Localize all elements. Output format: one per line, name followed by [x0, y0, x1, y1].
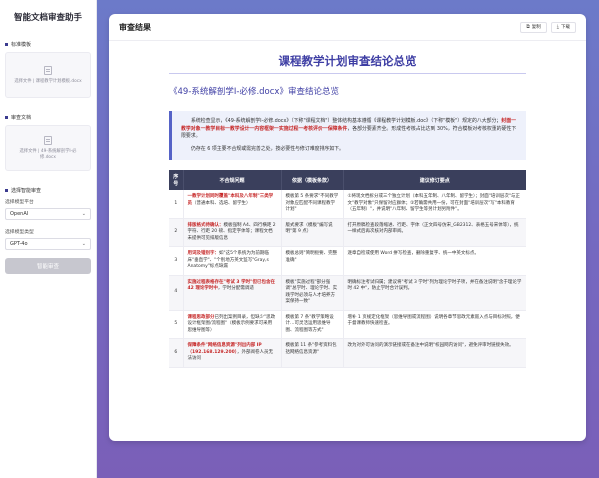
summary-box: 系统检查显示，《49-系统解剖学I-必修.docx》（下称"课程文档"）整体结构…: [169, 111, 526, 160]
copy-button[interactable]: ⧉ 复制: [520, 21, 547, 33]
row-number: 3: [169, 246, 184, 276]
section-marker-icon: [5, 189, 8, 192]
review-doc-file-name: 选择文件 | 49-系统解剖学I-必修.docx: [19, 148, 77, 160]
section-marker-icon: [5, 116, 8, 119]
title-divider: [169, 73, 526, 74]
issue-cell: 保障条件"网络信息资源"列出内部 IP（192.168.129.200），外部阅…: [183, 338, 282, 368]
suggestion-cell: 打开原稿检查段落缩进、行距、字体（正文四号仿宋_GB2312、表格五号宋体等），…: [343, 218, 526, 247]
column-header: 序号: [169, 170, 184, 190]
issue-cell: 一教学计划同时覆盖"本科及八年制"三类学员（普通本科、选培、留学生）: [183, 190, 282, 219]
panel-actions: ⧉ 复制 ⤓ 下载: [520, 21, 576, 33]
smart-review-section-label: 选择智能审查: [5, 187, 91, 194]
issue-cell: 排版格式待确认：模板强制 A4、四行横距 2 字符、行距 20 磅、指定字体等；…: [183, 218, 282, 247]
issue-cell: 实施过程表格存在"考试 3 学时"但已包含在 42 理论学时中，学时分配需调适: [183, 275, 282, 311]
row-number: 1: [169, 190, 184, 219]
basis-cell: 版式要求（模板"编写说明"第 9 点）: [281, 218, 344, 247]
file-upload-icon: [44, 135, 52, 145]
column-header: 建议修订要点: [343, 170, 526, 190]
table-row: 1 一教学计划同时覆盖"本科及八年制"三类学员（普通本科、选培、留学生） 模板第…: [169, 190, 526, 219]
row-number: 6: [169, 338, 184, 368]
main-area: 审查结果 ⧉ 复制 ⤓ 下载 课程教学计划审查结论总览 《49-系统解剖学I-必…: [97, 0, 599, 478]
basis-cell: 模板"实施过程"部分强调"总学时、理论学时、实践学时必须与人才培养方案保持一致": [281, 275, 344, 311]
result-document: 课程教学计划审查结论总览 《49-系统解剖学I-必修.docx》审查结论总览 系…: [109, 41, 586, 441]
table-row: 3 用词及错别字：如"这5个系统为为前期临床"垂直学"、"个别地方英文监写"Gr…: [169, 246, 526, 276]
sidebar: 智能文档审查助手 标准模板 选择文件 | 课程教学计划模板.docx 审查文档 …: [0, 0, 97, 478]
suggestion-cell: 改为对外可访问的演示链接或在备注中说明"校园网内访问"，避免评审时链接失效。: [343, 338, 526, 368]
basis-cell: 模板第 5 条要求"不同教学对象应匹配不同课程教学计划": [281, 190, 344, 219]
basis-cell: 模板第 11 条"参考资料包括网络信息资源": [281, 338, 344, 368]
template-upload-dropzone[interactable]: 选择文件 | 课程教学计划模板.docx: [5, 52, 91, 98]
result-panel: 审查结果 ⧉ 复制 ⤓ 下载 课程教学计划审查结论总览 《49-系统解剖学I-必…: [109, 14, 586, 441]
column-header: 依据（模板条款）: [281, 170, 344, 190]
download-button[interactable]: ⤓ 下载: [550, 21, 576, 33]
panel-title: 审查结果: [119, 22, 151, 32]
suggestion-cell: 增补 1 页规定化框架（思维导图或流程图）说明各章节思政元素嵌入点与目标对照，便…: [343, 310, 526, 339]
table-header-row: 序号 不合规问题 依据（模板条款） 建议修订要点: [169, 170, 526, 190]
column-header: 不合规问题: [183, 170, 282, 190]
summary-note: 仍存在 6 项主要不合规或需完善之处，按必要性与修订难度排序如下。: [191, 145, 344, 152]
suggestion-cell: 逐章自检或使用 Word 拼写检查，删除重复字、统一中英文标点。: [343, 246, 526, 276]
review-doc-upload-dropzone[interactable]: 选择文件 | 49-系统解剖学I-必修.docx: [5, 125, 91, 171]
template-section-label: 标准模板: [5, 41, 91, 48]
review-doc-section-label: 审查文档: [5, 114, 91, 121]
row-number: 2: [169, 218, 184, 247]
table-row: 5 课程思政部分已列出案例目录，但缺少"思政设计框架图/流程图"（模板示例要求可…: [169, 310, 526, 339]
row-number: 5: [169, 310, 184, 339]
issues-table: 序号 不合规问题 依据（模板条款） 建议修订要点 1 一教学计划同时覆盖"本科及…: [169, 170, 526, 368]
suggestion-cell: 明确标注考试归属；建议将"考试 3 学时"列为理论学时子项，并在备注说明"含于理…: [343, 275, 526, 311]
table-row: 2 排版格式待确认：模板强制 A4、四行横距 2 字符、行距 20 磅、指定字体…: [169, 218, 526, 247]
issue-cell: 课程思政部分已列出案例目录，但缺少"思政设计框架图/流程图"（模板示例要求可采用…: [183, 310, 282, 339]
doc-subtitle: 《49-系统解剖学I-必修.docx》审查结论总览: [169, 87, 339, 97]
chevron-down-icon: ⌄: [81, 211, 86, 217]
panel-header: 审查结果 ⧉ 复制 ⤓ 下载: [109, 14, 586, 41]
template-file-name: 选择文件 | 课程教学计划模板.docx: [14, 78, 82, 84]
table-row: 6 保障条件"网络信息资源"列出内部 IP（192.168.129.200），外…: [169, 338, 526, 368]
doc-title: 课程教学计划审查结论总览: [278, 54, 417, 68]
model-label: 选择模型类型: [5, 230, 34, 235]
platform-label: 选择模型平台: [5, 200, 34, 205]
file-upload-icon: [44, 65, 52, 75]
basis-cell: 模板第 7 条"教学策略设计…可灵活运用思维导图、流程图等方式": [281, 310, 344, 339]
download-icon: ⤓: [556, 24, 559, 30]
summary-text: 系统检查显示，《49-系统解剖学I-必修.docx》（下称"课程文档"）整体结构…: [181, 118, 517, 139]
table-row: 4 实施过程表格存在"考试 3 学时"但已包含在 42 理论学时中，学时分配需调…: [169, 275, 526, 311]
smart-review-button[interactable]: 智能审查: [5, 258, 91, 274]
section-marker-icon: [5, 43, 8, 46]
chevron-down-icon: ⌄: [81, 241, 86, 247]
issue-cell: 用词及错别字：如"这5个系统为为前期临床"垂直学"、"个别地方英文监写"Gray…: [183, 246, 282, 276]
copy-icon: ⧉: [526, 24, 530, 30]
row-number: 4: [169, 275, 184, 311]
suggestion-cell: ①将现文档拆分或三个独立计划（本科五年制、八年制、留学生）；封面"培训层次"与正…: [343, 190, 526, 219]
model-select[interactable]: GPT-4o ⌄: [5, 238, 91, 250]
app-title: 智能文档审查助手: [13, 13, 82, 23]
platform-select[interactable]: OpenAI ⌄: [5, 208, 91, 220]
basis-cell: 模板总则"简明扼要、完整准确": [281, 246, 344, 276]
